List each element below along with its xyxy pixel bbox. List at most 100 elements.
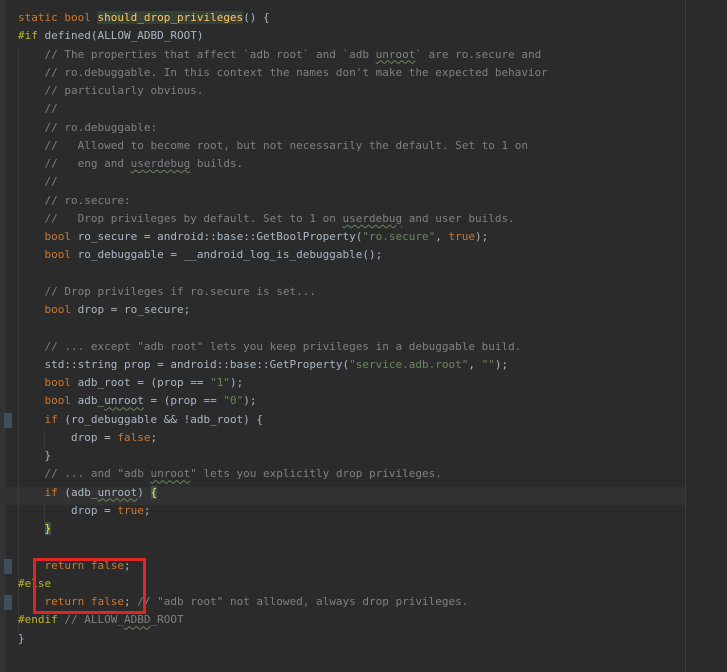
code-token: // ro.debuggable: xyxy=(18,120,158,134)
code-line[interactable]: // The properties that affect `adb root`… xyxy=(0,46,684,64)
code-token: if xyxy=(44,412,65,426)
code-line[interactable] xyxy=(0,319,684,337)
code-token: // ALLOW_ xyxy=(64,613,124,627)
code-token: #else xyxy=(18,576,52,590)
code-line[interactable]: // Drop privileges if ro.secure is set..… xyxy=(0,283,684,301)
code-token: defined(ALLOW_ADBD_ROOT) xyxy=(44,29,204,43)
code-line[interactable]: if (adb_unroot) { xyxy=(0,484,684,502)
code-token: } xyxy=(18,449,52,462)
code-token: userdebug xyxy=(130,157,191,170)
code-token: should_drop_privileges xyxy=(97,11,244,24)
code-line[interactable]: // xyxy=(0,173,684,191)
code-line[interactable]: // ... except "adb root" lets you keep p… xyxy=(0,338,684,356)
code-token: ro_debuggable = __android_log_is_debugga… xyxy=(77,248,383,262)
code-token: ); xyxy=(229,376,244,389)
code-token: // ro.secure: xyxy=(18,193,131,207)
code-line[interactable]: std::string prop = android::base::GetPro… xyxy=(0,356,684,374)
code-line[interactable]: if (ro_debuggable && !adb_root) { xyxy=(0,411,684,429)
code-line[interactable]: bool drop = ro_secure; xyxy=(0,301,684,319)
code-line[interactable]: // xyxy=(0,100,684,118)
code-token: unroot xyxy=(97,485,138,499)
code-editor[interactable]: static bool should_drop_privileges() {#i… xyxy=(0,0,727,672)
code-token: and user builds. xyxy=(402,211,515,225)
code-line[interactable]: // ro.debuggable. In this context the na… xyxy=(0,64,684,82)
code-token: true xyxy=(117,503,144,517)
code-line[interactable] xyxy=(0,538,684,556)
code-line[interactable]: return false; xyxy=(0,557,684,575)
code-line[interactable]: static bool should_drop_privileges() { xyxy=(0,9,684,27)
code-token: unroot xyxy=(375,47,416,61)
code-token: // Allowed to become root, but not neces… xyxy=(18,138,528,152)
code-line[interactable]: // ro.debuggable: xyxy=(0,119,684,137)
code-token: // xyxy=(18,175,58,189)
code-token: static bool xyxy=(18,11,98,24)
code-token: { xyxy=(150,485,158,499)
code-line[interactable]: // Allowed to become root, but not neces… xyxy=(0,137,684,155)
code-line[interactable] xyxy=(0,265,684,283)
code-line[interactable]: drop = true; xyxy=(0,502,684,520)
code-token: // Drop privileges by default. Set to 1 … xyxy=(18,211,343,225)
code-line[interactable]: bool adb_root = (prop == "1"); xyxy=(0,374,684,392)
code-line[interactable]: bool adb_unroot = (prop == "0"); xyxy=(0,392,684,410)
code-line[interactable]: return false; // "adb root" not allowed,… xyxy=(0,593,684,611)
code-token: } xyxy=(18,631,25,645)
code-token: bool xyxy=(44,248,78,262)
code-token: #if xyxy=(18,29,45,43)
code-token: adb_root = (prop == xyxy=(77,376,211,389)
code-token: bool xyxy=(44,230,78,243)
code-token: unroot xyxy=(150,467,191,481)
code-token: adb_ xyxy=(77,394,105,408)
code-line[interactable]: // ro.secure: xyxy=(0,192,684,210)
code-token: userdebug xyxy=(342,211,403,225)
code-token: " lets you explicitly drop privileges. xyxy=(190,467,442,481)
code-token: bool xyxy=(44,303,78,316)
code-token: _ROOT xyxy=(150,613,184,627)
code-token: ); xyxy=(494,357,509,371)
code-token: // eng and xyxy=(18,157,131,170)
code-line[interactable]: // ... and "adb unroot" lets you explici… xyxy=(0,465,684,483)
code-token: if xyxy=(44,485,65,499)
code-token: ); xyxy=(243,394,257,408)
code-token: () { xyxy=(243,11,270,24)
code-token: ; xyxy=(143,503,151,517)
code-token: ro_secure = android::base::GetBoolProper… xyxy=(77,230,363,243)
code-token: (adb_ xyxy=(64,485,98,499)
code-token: bool xyxy=(44,376,78,389)
code-token: ADBD xyxy=(123,613,151,627)
code-token: // particularly obvious. xyxy=(18,84,204,97)
code-token: return false xyxy=(44,558,124,572)
code-line[interactable]: #endif // ALLOW_ADBD_ROOT xyxy=(0,611,684,629)
code-line[interactable]: // Drop privileges by default. Set to 1 … xyxy=(0,210,684,228)
code-token: "" xyxy=(481,357,495,371)
code-line[interactable]: #else xyxy=(0,575,684,593)
code-token: // The properties that affect `adb root`… xyxy=(18,47,376,61)
code-line[interactable]: } xyxy=(0,447,684,465)
code-line[interactable]: } xyxy=(0,520,684,538)
code-line[interactable]: // particularly obvious. xyxy=(0,82,684,100)
code-token: (ro_debuggable && !adb_root) { xyxy=(64,412,264,426)
code-line[interactable]: // eng and userdebug builds. xyxy=(0,155,684,173)
code-token: "1" xyxy=(210,376,230,389)
code-token: ; xyxy=(123,558,131,572)
code-token: = (prop == xyxy=(143,394,224,408)
code-token: ); xyxy=(475,230,489,243)
code-line[interactable]: drop = false; xyxy=(0,429,684,447)
code-content[interactable]: static bool should_drop_privileges() {#i… xyxy=(0,9,684,648)
code-token: drop = ro_secure; xyxy=(77,303,191,316)
right-margin-guide xyxy=(685,0,686,672)
code-line[interactable]: bool ro_debuggable = __android_log_is_de… xyxy=(0,246,684,264)
code-line[interactable]: } xyxy=(0,630,684,648)
code-token: "0" xyxy=(223,394,244,408)
code-token: true xyxy=(448,230,476,243)
code-line[interactable]: #if defined(ALLOW_ADBD_ROOT) xyxy=(0,27,684,45)
code-line[interactable]: bool ro_secure = android::base::GetBoolP… xyxy=(0,228,684,246)
code-token: } xyxy=(44,522,52,535)
